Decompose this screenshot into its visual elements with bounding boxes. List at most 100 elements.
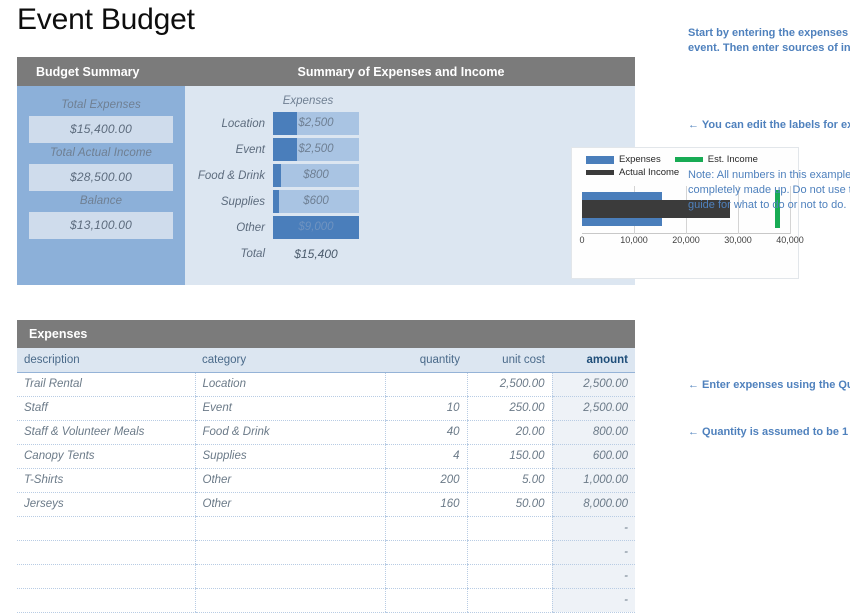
breakdown-row: Food & Drink $800	[197, 164, 367, 187]
breakdown-row-value: $800	[303, 169, 329, 181]
cell-category[interactable]: Other	[194, 492, 385, 517]
cell-amount[interactable]: -	[551, 564, 635, 589]
legend-swatch-actual-income-icon	[586, 170, 614, 175]
total-actual-income-value[interactable]: $28,500.00	[29, 164, 173, 191]
balance-value[interactable]: $13,100.00	[29, 212, 173, 239]
cell-amount[interactable]: -	[551, 588, 635, 613]
cell-description[interactable]	[17, 540, 195, 565]
cell-category[interactable]: Location	[194, 372, 385, 397]
cell-category[interactable]: Other	[194, 468, 385, 493]
breakdown-row-label: Food & Drink	[197, 169, 265, 182]
cell-description[interactable]: T-Shirts	[17, 468, 195, 493]
summary-expenses-income-title: Summary of Expenses and Income	[297, 64, 505, 79]
cell-quantity[interactable]	[384, 588, 467, 613]
chart-x-tick-label: 10,000	[620, 235, 648, 245]
cell-category[interactable]	[194, 540, 385, 565]
breakdown-total-label: Total	[240, 248, 265, 260]
table-row[interactable]: Staff Event 10 250.00 2,500.00	[17, 396, 635, 421]
expenses-table: description category quantity unit cost …	[17, 348, 635, 613]
expenses-table-section: Expenses description category quantity u…	[17, 320, 635, 613]
cell-description[interactable]	[17, 588, 195, 613]
budget-summary-section: Budget Summary Summary of Expenses and I…	[17, 57, 804, 285]
cell-quantity[interactable]: 10	[384, 396, 467, 421]
cell-quantity[interactable]	[384, 540, 467, 565]
table-row[interactable]: -	[17, 564, 635, 589]
table-row[interactable]: Jerseys Other 160 50.00 8,000.00	[17, 492, 635, 517]
table-row[interactable]: Trail Rental Location 2,500.00 2,500.00	[17, 372, 635, 397]
chart-x-axis-ticks: 0 10,000 20,000 30,000 40,000	[579, 234, 803, 248]
cell-unit-cost[interactable]	[466, 516, 552, 541]
cell-quantity[interactable]: 160	[384, 492, 467, 517]
cell-amount[interactable]: 800.00	[551, 420, 635, 445]
note-intro: Start by entering the expenses for your …	[688, 27, 850, 54]
table-row[interactable]: -	[17, 540, 635, 565]
legend-label-est-income: Est. Income	[707, 154, 758, 165]
cell-category[interactable]	[194, 588, 385, 613]
cell-description[interactable]	[17, 516, 195, 541]
table-row[interactable]: -	[17, 516, 635, 541]
column-header-quantity[interactable]: quantity	[385, 348, 467, 373]
expenses-breakdown-list: Location $2,500 Event $2,500 Food & Drink $80…	[197, 112, 367, 239]
cell-quantity[interactable]: 4	[384, 444, 467, 469]
total-expenses-value[interactable]: $15,400.00	[29, 116, 173, 143]
cell-quantity[interactable]: 200	[384, 468, 467, 493]
table-row[interactable]: Staff & Volunteer Meals Food & Drink 40 20.…	[17, 420, 635, 445]
table-row[interactable]: -	[17, 588, 635, 613]
cell-description[interactable]: Staff	[17, 396, 195, 421]
column-header-amount[interactable]: amount	[552, 348, 635, 373]
cell-description[interactable]: Trail Rental	[17, 372, 195, 397]
table-row[interactable]: Canopy Tents Supplies 4 150.00 600.00	[17, 444, 635, 469]
cell-unit-cost[interactable]: 50.00	[466, 492, 552, 517]
cell-quantity[interactable]: 40	[384, 420, 467, 445]
breakdown-total-value: $15,400	[294, 247, 338, 261]
cell-category[interactable]: Event	[194, 396, 385, 421]
balance-label: Balance	[79, 195, 123, 207]
table-row[interactable]: T-Shirts Other 200 5.00 1,000.00	[17, 468, 635, 493]
breakdown-row-databar: $2,500	[273, 138, 359, 161]
legend-label-expenses: Expenses	[619, 154, 661, 165]
expenses-table-title: Expenses	[17, 320, 635, 348]
cell-amount[interactable]: 2,500.00	[551, 396, 635, 421]
legend-item-actual-income: Actual Income	[586, 167, 679, 178]
page-title: Event Budget	[17, 3, 195, 36]
breakdown-row-label: Supplies	[220, 195, 265, 208]
budget-summary-title: Budget Summary	[36, 64, 140, 79]
cell-unit-cost[interactable]	[466, 540, 552, 565]
cell-unit-cost[interactable]: 2,500.00	[466, 372, 552, 397]
cell-amount[interactable]: 600.00	[551, 444, 635, 469]
cell-quantity[interactable]	[384, 564, 467, 589]
cell-description[interactable]: Canopy Tents	[17, 444, 195, 469]
cell-unit-cost[interactable]: 150.00	[466, 444, 552, 469]
legend-label-actual-income: Actual Income	[619, 167, 680, 178]
cell-unit-cost[interactable]: 20.00	[466, 420, 552, 445]
note-edit-labels: ← You can edit the labels for ex	[688, 119, 850, 131]
breakdown-row-label: Event	[235, 143, 265, 156]
chart-x-tick-label: 30,000	[724, 235, 752, 245]
cell-amount[interactable]: 1,000.00	[551, 468, 635, 493]
cell-category[interactable]	[194, 516, 385, 541]
cell-unit-cost[interactable]: 250.00	[466, 396, 552, 421]
breakdown-row-databar: $600	[273, 190, 359, 213]
cell-amount[interactable]: 8,000.00	[551, 492, 635, 517]
breakdown-row-label: Location	[221, 117, 265, 130]
cell-category[interactable]	[194, 564, 385, 589]
cell-description[interactable]	[17, 564, 195, 589]
column-header-description[interactable]: description	[17, 348, 195, 373]
column-header-category[interactable]: category	[195, 348, 385, 373]
cell-amount[interactable]: 2,500.00	[551, 372, 635, 397]
cell-unit-cost[interactable]	[466, 588, 552, 613]
column-header-unit-cost[interactable]: unit cost	[467, 348, 552, 373]
breakdown-row: Location $2,500	[197, 112, 367, 135]
cell-unit-cost[interactable]: 5.00	[466, 468, 552, 493]
cell-category[interactable]: Supplies	[194, 444, 385, 469]
cell-category[interactable]: Food & Drink	[194, 420, 385, 445]
cell-description[interactable]: Jerseys	[17, 492, 195, 517]
cell-amount[interactable]: -	[551, 516, 635, 541]
table-header-row: description category quantity unit cost …	[17, 348, 635, 373]
cell-description[interactable]: Staff & Volunteer Meals	[17, 420, 195, 445]
cell-amount[interactable]: -	[551, 540, 635, 565]
cell-quantity[interactable]	[384, 372, 467, 397]
total-expenses-label: Total Expenses	[61, 99, 141, 111]
cell-quantity[interactable]	[384, 516, 467, 541]
cell-unit-cost[interactable]	[466, 564, 552, 589]
